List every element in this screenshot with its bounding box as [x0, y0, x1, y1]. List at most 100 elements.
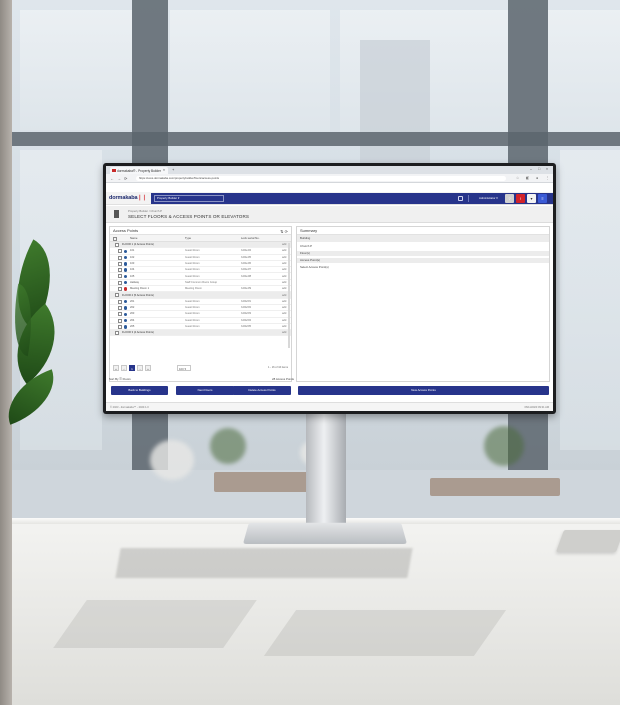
summary-select-hint: Select Access Point(s) — [300, 265, 329, 269]
row-lock: b4f4e4f7 — [241, 268, 252, 272]
row-action[interactable]: add — [282, 262, 286, 265]
breadcrumb[interactable]: Property Builder / Church P — [128, 209, 162, 213]
column-type[interactable]: Type — [185, 236, 191, 240]
window-pane — [560, 150, 620, 450]
last-page-button[interactable]: » — [145, 365, 151, 371]
row-action[interactable]: add — [282, 243, 286, 246]
row-action[interactable]: add — [282, 256, 286, 259]
row-type: Guest Room — [185, 306, 200, 310]
row-lock: b4f4e5f1 — [241, 299, 252, 303]
url-field[interactable]: https://exos.dormakaba.com/propertybuild… — [136, 176, 506, 181]
row-name: 103 — [130, 262, 135, 266]
row-checkbox[interactable] — [118, 299, 122, 304]
timestamp-text: 06/11/2023 09:31 AM — [524, 406, 549, 409]
user-menu[interactable]: Administrator ▾ — [468, 195, 502, 202]
current-page-button[interactable]: 1 — [129, 365, 135, 371]
menu-icon[interactable]: ≡ — [538, 194, 547, 203]
row-checkbox[interactable] — [118, 274, 122, 279]
alarm-icon[interactable]: ! — [516, 194, 525, 203]
row-action[interactable]: add — [282, 312, 286, 315]
row-action[interactable]: add — [282, 331, 286, 334]
row-action[interactable]: add — [282, 319, 286, 322]
door-icon — [124, 325, 128, 329]
site-selector[interactable]: Property Builder ▾ — [154, 195, 224, 202]
row-checkbox[interactable] — [118, 280, 122, 285]
scrollbar[interactable] — [288, 243, 290, 348]
row-checkbox[interactable] — [115, 243, 119, 247]
building-icon — [114, 210, 119, 218]
row-name: 201 — [130, 299, 135, 303]
access-point-count: 28 Access Points — [271, 377, 294, 381]
help-icon[interactable]: ? — [505, 194, 514, 203]
column-name[interactable]: Name — [130, 236, 137, 240]
row-checkbox[interactable] — [118, 255, 122, 260]
new-access-points-button[interactable]: New Access Points — [298, 386, 549, 395]
row-type: Guest Room — [185, 299, 200, 303]
sort-by-select[interactable]: Sort By ☰ Floors — [109, 377, 131, 381]
row-checkbox[interactable] — [115, 293, 119, 298]
row-action[interactable]: add — [282, 275, 286, 278]
row-type: Guest Room — [185, 249, 200, 253]
row-action[interactable]: add — [282, 268, 286, 271]
forward-icon[interactable]: → — [117, 176, 121, 181]
row-checkbox[interactable] — [118, 324, 122, 329]
row-checkbox[interactable] — [118, 287, 122, 292]
copyright-text: © 2023 - dormakaba™ - 2023.1.0 — [110, 406, 149, 409]
reload-icon[interactable]: ⟳ — [124, 176, 127, 181]
row-checkbox[interactable] — [118, 318, 122, 323]
first-page-button[interactable]: « — [113, 365, 119, 371]
row-checkbox[interactable] — [118, 312, 122, 317]
back-to-buildings-button[interactable]: Back to Buildings — [111, 386, 168, 395]
blurred-plant — [210, 428, 246, 464]
row-type: Guest Room — [185, 255, 200, 259]
row-action[interactable]: add — [282, 325, 286, 328]
new-tab-icon[interactable]: + — [172, 167, 174, 172]
tablet-device — [555, 530, 620, 552]
extension-icon[interactable]: ◧ — [526, 176, 529, 180]
tab-close-icon[interactable]: × — [163, 168, 165, 172]
row-checkbox[interactable] — [118, 261, 122, 266]
panel-title: Access Points ⇅ ⟳ — [110, 227, 291, 235]
row-action[interactable]: add — [282, 306, 286, 309]
row-checkbox[interactable] — [118, 249, 122, 254]
access-points-panel: Access Points ⇅ ⟳ Name Type Lock serial … — [109, 226, 292, 382]
row-lock: b4f4e4f4 — [241, 249, 252, 253]
row-checkbox[interactable] — [115, 331, 119, 336]
maximize-icon[interactable]: □ — [538, 167, 540, 171]
browser-tab[interactable]: dormakaba® - Property Builder × — [110, 167, 168, 174]
prev-page-button[interactable]: ‹ — [121, 365, 127, 371]
row-lock: b4f4e4f5 — [241, 255, 252, 259]
delete-access-points-button[interactable]: Delete Access Points — [233, 386, 291, 395]
page-header: Property Builder / Church P SELECT FLOOR… — [106, 206, 553, 223]
filter-icon[interactable]: ▾ — [527, 194, 536, 203]
row-lock: b4f4e5f4 — [241, 318, 252, 322]
monitor-shadow — [115, 548, 413, 578]
door-icon — [124, 255, 128, 260]
profile-icon[interactable]: ● — [536, 176, 538, 180]
row-action[interactable]: add — [282, 287, 286, 290]
back-icon[interactable]: ← — [110, 176, 114, 181]
page-size-select[interactable]: 100 ▾ — [177, 365, 191, 371]
column-lock[interactable]: Lock serial No. — [241, 236, 260, 240]
minimize-icon[interactable]: – — [530, 167, 532, 171]
row-checkbox[interactable] — [118, 305, 122, 310]
door-icon — [124, 274, 128, 279]
next-floors-button[interactable]: Next Floors — [176, 386, 234, 395]
row-action[interactable]: add — [282, 300, 286, 303]
row-checkbox[interactable] — [118, 268, 122, 273]
row-action[interactable]: add — [282, 249, 286, 252]
door-icon — [124, 312, 128, 316]
select-all-checkbox[interactable] — [113, 236, 117, 241]
next-page-button[interactable]: › — [137, 365, 143, 371]
row-action[interactable]: add — [282, 294, 286, 297]
blurred-plant — [484, 426, 524, 466]
address-bar: ← → ⟳ https://exos.dormakaba.com/propert… — [106, 174, 553, 183]
window-pane — [170, 10, 330, 135]
close-window-icon[interactable]: × — [546, 167, 548, 171]
bookmark-icon[interactable]: ☆ — [516, 176, 519, 180]
floor-group-row[interactable]: FLOOR 3 (4 Access Points) add — [110, 330, 291, 337]
door-icon — [124, 249, 128, 253]
row-action[interactable]: add — [282, 281, 286, 284]
browser-menu-icon[interactable]: ⋮ — [546, 176, 550, 180]
row-name: 101 — [130, 249, 135, 253]
